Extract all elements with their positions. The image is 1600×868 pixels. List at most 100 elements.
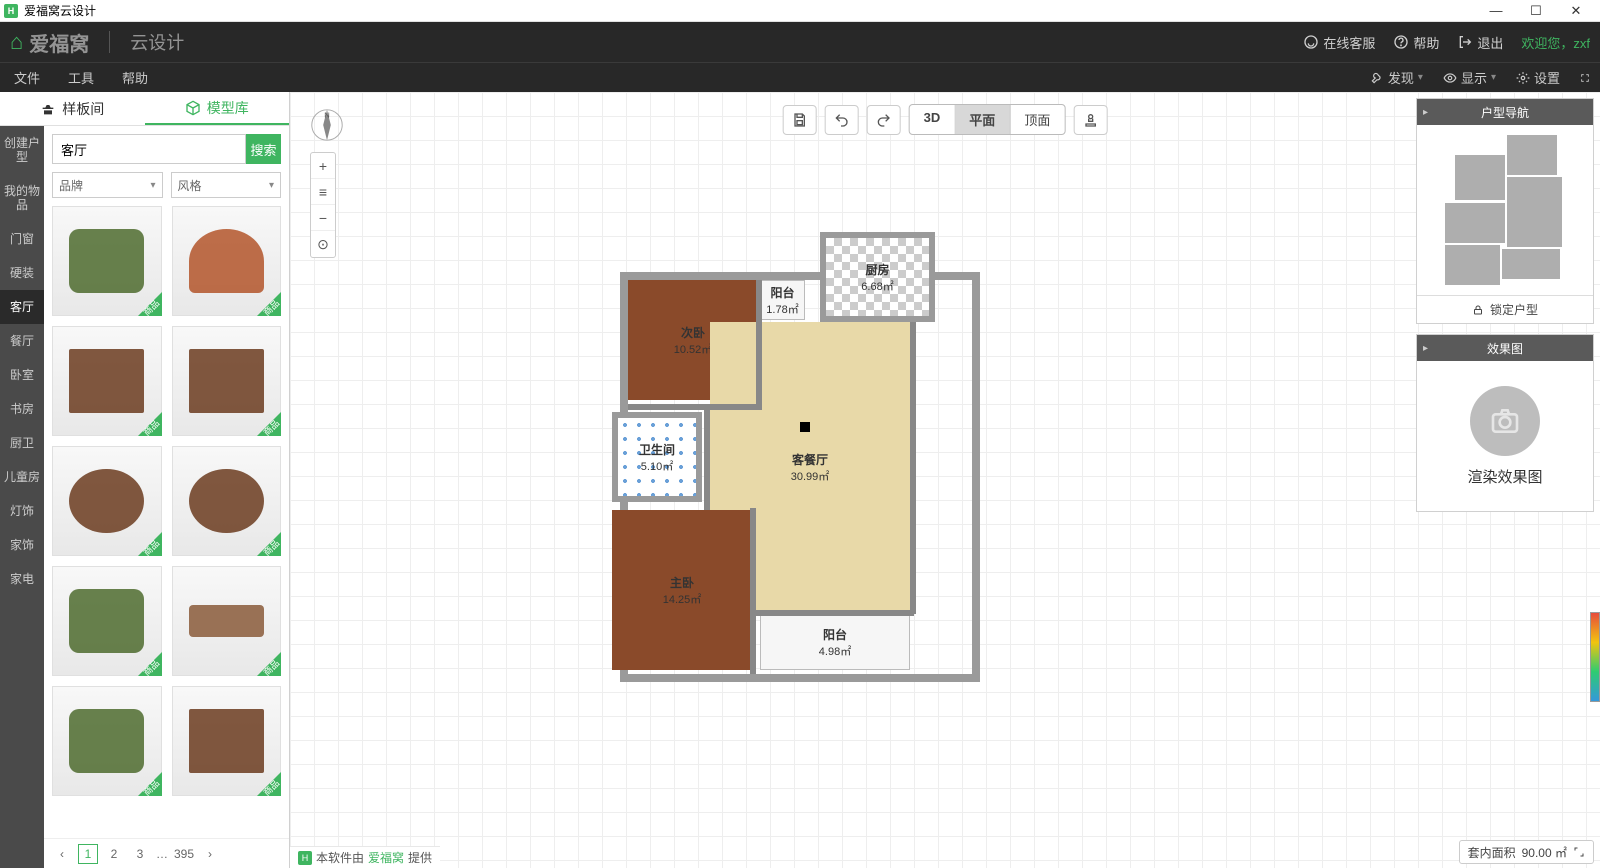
redo-icon [876, 112, 892, 128]
menu-settings[interactable]: 设置 [1506, 68, 1570, 87]
category-8[interactable]: 厨卫 [0, 426, 44, 460]
zoom-in-button[interactable]: + [311, 153, 335, 179]
measure-button[interactable] [1073, 105, 1107, 135]
view-plan[interactable]: 平面 [955, 105, 1010, 134]
category-9[interactable]: 儿童房 [0, 460, 44, 494]
pager-next[interactable]: › [200, 844, 220, 864]
menu-file[interactable]: 文件 [0, 68, 54, 87]
window-minimize-button[interactable]: — [1476, 3, 1516, 18]
undo-icon [834, 112, 850, 128]
search-input[interactable] [52, 134, 246, 164]
brand-sub: 云设计 [130, 29, 184, 55]
model-card[interactable]: 商品 [52, 566, 162, 676]
undo-button[interactable] [825, 105, 859, 135]
footer-area[interactable]: 套内面积 90.00 ㎡ [1459, 840, 1594, 864]
category-1[interactable]: 我的物品 [0, 174, 44, 222]
category-2[interactable]: 门窗 [0, 222, 44, 256]
model-card[interactable]: 商品 [52, 206, 162, 316]
pager-1[interactable]: 1 [78, 844, 98, 864]
view-3d[interactable]: 3D [910, 105, 956, 134]
filter-style[interactable]: 风格▾ [171, 172, 282, 198]
pager-last[interactable]: 395 [174, 844, 194, 864]
window-maximize-button[interactable]: ☐ [1516, 3, 1556, 19]
tab-library[interactable]: 模型库 [145, 92, 290, 125]
eye-icon [1443, 71, 1457, 85]
camera-icon [1489, 405, 1521, 437]
panel-render-title: 效果图 [1487, 340, 1523, 357]
collapse-icon[interactable]: ▸ [1423, 343, 1428, 354]
footer-logo-icon: H [298, 851, 312, 865]
model-card[interactable]: 商品 [52, 686, 162, 796]
fullscreen-button[interactable] [1570, 71, 1600, 85]
redo-button[interactable] [867, 105, 901, 135]
room-balcony-1[interactable]: 阳台1.78㎡ [760, 280, 805, 320]
stamp-icon [1082, 112, 1098, 128]
pager-3[interactable]: 3 [130, 844, 150, 864]
app-title: 爱福窝云设计 [24, 2, 96, 19]
category-7[interactable]: 书房 [0, 392, 44, 426]
model-grid: 商品商品商品商品商品商品商品商品商品商品 [44, 206, 289, 838]
mini-map[interactable] [1417, 125, 1593, 295]
model-card[interactable]: 商品 [172, 446, 282, 556]
render-button[interactable] [1470, 386, 1540, 456]
category-12[interactable]: 家电 [0, 562, 44, 596]
model-card[interactable]: 商品 [172, 206, 282, 316]
panel-floorplan-nav: ▸户型导航 锁定户型 [1416, 98, 1594, 324]
category-4[interactable]: 客厅 [0, 290, 44, 324]
category-10[interactable]: 灯饰 [0, 494, 44, 528]
model-card[interactable]: 商品 [172, 326, 282, 436]
zoom-fit-button[interactable]: ⊙ [311, 231, 335, 257]
search-button[interactable]: 搜索 [246, 134, 281, 164]
collapse-icon[interactable]: ▸ [1423, 107, 1428, 118]
model-card[interactable]: 商品 [172, 686, 282, 796]
view-mode-segment: 3D 平面 顶面 [909, 104, 1066, 135]
menubar: 文件 工具 帮助 发现▾ 显示▾ 设置 [0, 62, 1600, 92]
wrench-icon [1370, 71, 1384, 85]
filter-brand[interactable]: 品牌▾ [52, 172, 163, 198]
svg-text:N: N [324, 110, 329, 119]
pager-2[interactable]: 2 [104, 844, 124, 864]
menu-tool[interactable]: 工具 [54, 68, 108, 87]
menu-display[interactable]: 显示▾ [1433, 68, 1506, 87]
category-6[interactable]: 卧室 [0, 358, 44, 392]
tab-template[interactable]: 样板间 [0, 92, 145, 125]
app-icon: H [4, 4, 18, 18]
save-button[interactable] [783, 105, 817, 135]
support-link[interactable]: 在线客服 [1303, 33, 1375, 52]
room-kitchen[interactable]: 厨房6.68㎡ [820, 232, 935, 322]
category-5[interactable]: 餐厅 [0, 324, 44, 358]
model-card[interactable]: 商品 [172, 566, 282, 676]
zoom-out-button[interactable]: − [311, 205, 335, 231]
template-icon [40, 101, 56, 117]
floorplan[interactable]: 次卧10.52㎡ 阳台1.78㎡ 厨房6.68㎡ 卫生间5.10㎡ 客餐厅30.… [620, 222, 980, 682]
welcome-text: 欢迎您，zxf [1521, 33, 1590, 52]
pager-prev[interactable]: ‹ [52, 844, 72, 864]
menu-discover[interactable]: 发现▾ [1360, 68, 1433, 87]
room-bathroom[interactable]: 卫生间5.10㎡ [612, 412, 702, 502]
help-link[interactable]: 帮助 [1393, 33, 1439, 52]
window-close-button[interactable]: ✕ [1556, 3, 1596, 19]
pager: ‹ 1 2 3 … 395 › [44, 838, 289, 868]
room-balcony-2[interactable]: 阳台4.98㎡ [760, 614, 910, 670]
category-0[interactable]: 创建户型 [0, 126, 44, 174]
exit-icon [1457, 34, 1473, 50]
logout-link[interactable]: 退出 [1457, 33, 1503, 52]
model-card[interactable]: 商品 [52, 326, 162, 436]
pager-dots: … [156, 847, 168, 861]
compass-icon: N [308, 106, 346, 144]
expand-icon [1573, 846, 1585, 858]
color-legend [1590, 612, 1600, 702]
category-3[interactable]: 硬装 [0, 256, 44, 290]
lock-icon [1472, 304, 1484, 316]
category-11[interactable]: 家饰 [0, 528, 44, 562]
app-header: ⌂ 爱福窝 云设计 在线客服 帮助 退出 欢迎您，zxf [0, 22, 1600, 62]
compass[interactable]: N [308, 106, 346, 144]
origin-marker [800, 422, 810, 432]
canvas[interactable]: 3D 平面 顶面 N + ≡ − ⊙ 次卧10.52㎡ 阳台1.78㎡ [290, 92, 1600, 868]
view-top[interactable]: 顶面 [1010, 105, 1064, 134]
menu-help[interactable]: 帮助 [108, 68, 162, 87]
lock-floorplan-button[interactable]: 锁定户型 [1417, 295, 1593, 323]
zoom-slider[interactable]: ≡ [311, 179, 335, 205]
room-master-bedroom[interactable]: 主卧14.25㎡ [612, 510, 752, 670]
model-card[interactable]: 商品 [52, 446, 162, 556]
